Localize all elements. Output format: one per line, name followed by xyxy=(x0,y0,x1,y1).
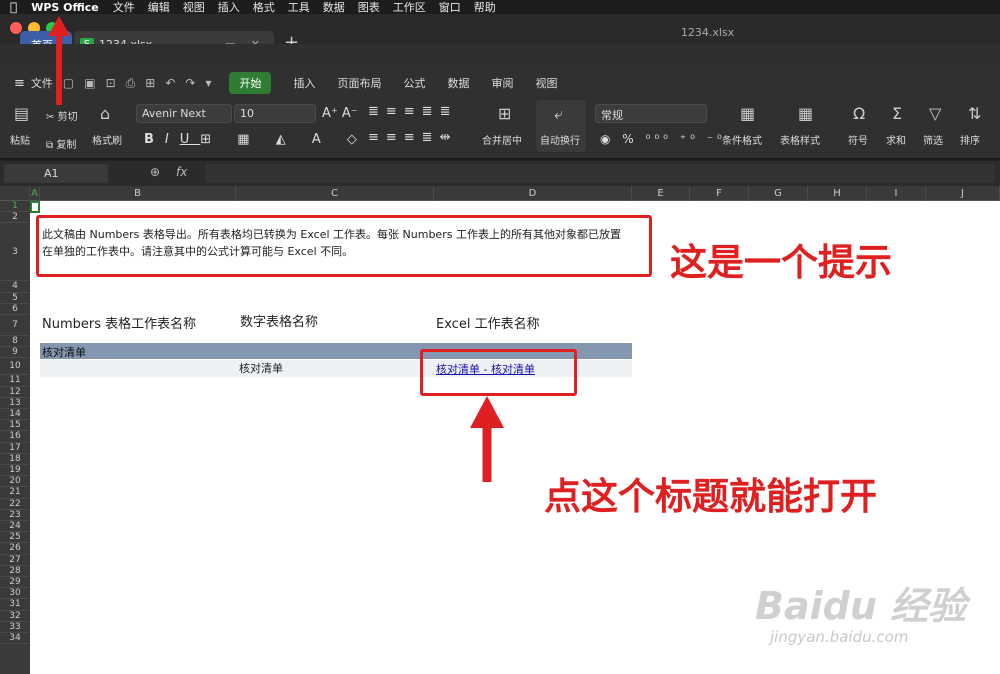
wps-window:  WPS Office 文件 编辑 视图 插入 格式 工具 数据 图表 工作区… xyxy=(0,0,1000,674)
arrow-up-icon xyxy=(48,16,70,105)
annotation-arrows xyxy=(48,16,504,482)
baidu-watermark-url: jingyan.baidu.com xyxy=(770,628,909,646)
arrow-to-link-icon xyxy=(470,396,504,482)
baidu-watermark: Baidu 经验 xyxy=(755,584,967,628)
